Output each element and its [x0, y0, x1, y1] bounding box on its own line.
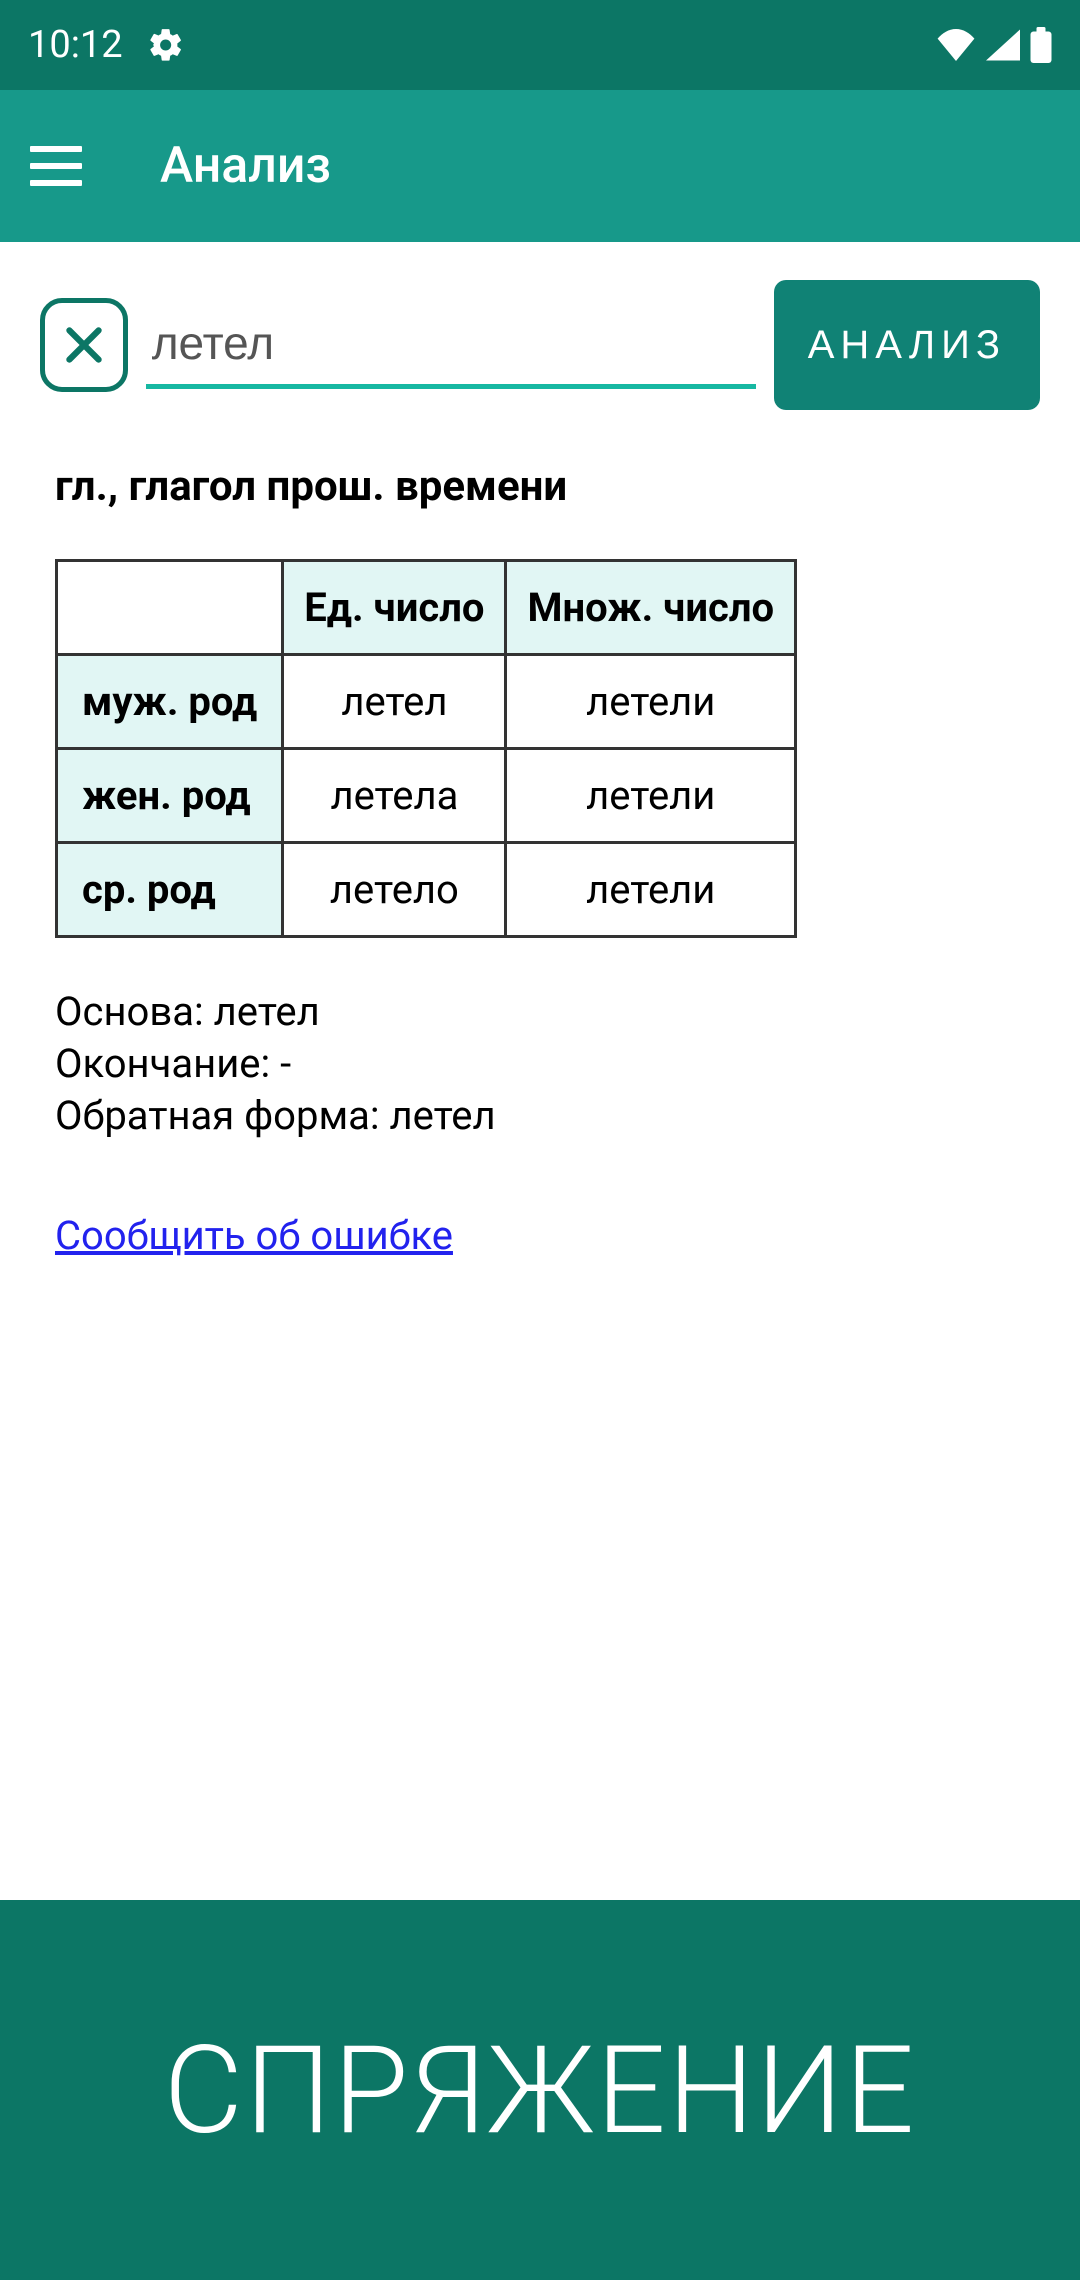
cell-singular: летело [283, 843, 506, 937]
battery-icon [1030, 27, 1052, 63]
cell-singular: летел [283, 655, 506, 749]
table-corner-cell [57, 561, 283, 655]
clear-button[interactable] [40, 298, 128, 392]
col-singular: Ед. число [283, 561, 506, 655]
content: гл., глагол прош. времени Ед. число Множ… [0, 434, 1080, 1900]
status-right [936, 27, 1052, 63]
info-base: Основа: летел [55, 986, 1025, 1038]
table-row: жен. род летела летели [57, 749, 796, 843]
analyze-button[interactable]: АНАЛИЗ [774, 280, 1040, 410]
cell-plural: летели [506, 843, 796, 937]
col-plural: Множ. число [506, 561, 796, 655]
status-bar: 10:12 [0, 0, 1080, 90]
cell-plural: летели [506, 655, 796, 749]
row-label: муж. род [57, 655, 283, 749]
footer-banner-text: СПРЯЖЕНИЕ [164, 2019, 917, 2162]
hamburger-icon[interactable] [30, 134, 94, 198]
row-label: ср. род [57, 843, 283, 937]
row-label: жен. род [57, 749, 283, 843]
conjugation-table: Ед. число Множ. число муж. род летел лет… [55, 559, 797, 938]
status-left: 10:12 [28, 23, 185, 67]
report-error-link[interactable]: Сообщить об ошибке [55, 1212, 453, 1259]
cell-singular: летела [283, 749, 506, 843]
search-row: АНАЛИЗ [0, 242, 1080, 434]
cell-plural: летели [506, 749, 796, 843]
page-title: Анализ [160, 137, 331, 195]
wifi-icon [936, 29, 976, 61]
part-of-speech-label: гл., глагол прош. времени [55, 462, 1025, 511]
table-row: ср. род летело летели [57, 843, 796, 937]
table-header-row: Ед. число Множ. число [57, 561, 796, 655]
gear-icon [147, 26, 185, 64]
signal-icon [986, 29, 1020, 61]
footer-banner[interactable]: СПРЯЖЕНИЕ [0, 1900, 1080, 2280]
morphology-info: Основа: летел Окончание: - Обратная форм… [55, 986, 1025, 1142]
info-reverse: Обратная форма: летел [55, 1090, 1025, 1142]
table-row: муж. род летел летели [57, 655, 796, 749]
search-input[interactable] [146, 302, 756, 389]
close-icon [59, 320, 109, 370]
info-ending: Окончание: - [55, 1038, 1025, 1090]
status-time: 10:12 [28, 23, 123, 67]
app-bar: Анализ [0, 90, 1080, 242]
